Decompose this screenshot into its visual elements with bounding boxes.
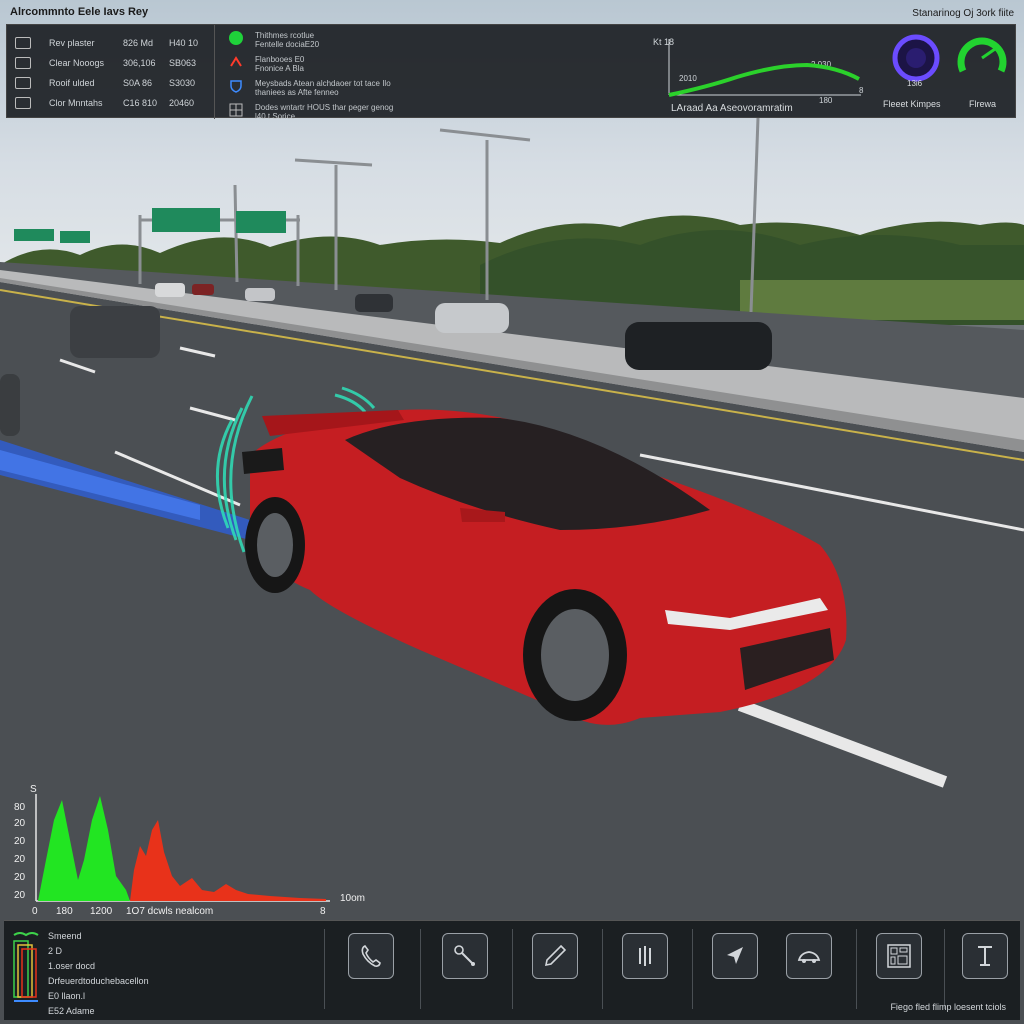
status-item[interactable]: Meysbads Atean alchdaoer tot tace Ilo th… <box>229 79 449 97</box>
readout-value: 306,106 <box>123 58 156 68</box>
fleet-gauge-value: 13i6 <box>907 79 923 88</box>
status-item[interactable]: Thithmes rcotlue Fentelle dociaE20 <box>229 31 449 49</box>
divider <box>602 929 603 1009</box>
tool-measure-button[interactable] <box>962 933 1008 979</box>
navigate-icon <box>727 947 743 964</box>
car-icon <box>15 57 31 69</box>
chart-label-left: 2010 <box>679 74 697 83</box>
legend-item: 2 D <box>48 946 63 956</box>
speed-line-chart: Kt 18 2010 2,030 180 8 LAraad Aa Aseovor… <box>637 31 867 117</box>
readout-value-secondary: H40 10 <box>169 38 199 48</box>
tool-phone-button[interactable] <box>348 933 394 979</box>
readout-value-secondary: S3030 <box>169 78 196 88</box>
fleet-gauge-label: Fleeet Kimpes <box>883 99 941 109</box>
top-right-title: Stanarinog Oj 3ork fiite <box>912 8 1014 19</box>
x-axis-end-label: 8 <box>859 86 864 95</box>
grid-icon <box>229 103 243 117</box>
bottom-toolbar: Smeend 2 D 1.oser docd Drfeuerdtoducheba… <box>4 920 1020 1020</box>
spectrum-x-tick: 180 <box>56 906 73 917</box>
status-list: Thithmes rcotlue Fentelle dociaE20 Flanb… <box>229 31 449 127</box>
monitor-icon <box>15 97 31 109</box>
readout-value: 826 Md <box>123 38 154 48</box>
readout-label: Clear Nooogs <box>49 58 105 68</box>
readout-label: Rooif ulded <box>49 78 95 88</box>
car-icon <box>797 951 821 963</box>
divider <box>214 25 215 119</box>
bars-icon <box>639 946 651 966</box>
app-title: Alrcommnto Eele Iavs Rey <box>10 6 149 18</box>
status-item[interactable]: Dodes wntartr HOUS thar peger genog l40 … <box>229 103 449 121</box>
tool-wrench-button[interactable] <box>442 933 488 979</box>
divider <box>512 929 513 1009</box>
divider <box>856 929 857 1009</box>
wrench-icon <box>454 945 475 966</box>
tool-navigate-button[interactable] <box>712 933 758 979</box>
legend-item: E0 llaon.l <box>48 991 86 1001</box>
spectrum-y-tick: 20 <box>14 854 26 865</box>
spectrum-y-tick: 20 <box>14 818 26 829</box>
speed-series-line <box>668 62 860 97</box>
tool-layout-button[interactable] <box>876 933 922 979</box>
chart-label-bottom: 180 <box>819 96 833 105</box>
tool-pen-button[interactable] <box>532 933 578 979</box>
bottom-caption: Fiego fled flimp loesent tciols <box>890 1002 1006 1012</box>
pen-icon <box>544 944 567 967</box>
readout-row[interactable]: Clor Mnntahs C16 810 20460 <box>15 93 215 113</box>
measure-icon <box>978 946 992 966</box>
sensor-spectrum-chart: S 80 20 20 20 20 20 0 180 1200 8 1O7 dcw… <box>14 784 365 917</box>
legend-item: 1.oser docd <box>48 961 96 971</box>
legend-item: E52 Adame <box>48 1006 95 1016</box>
shield-icon <box>230 80 242 93</box>
divider <box>420 929 421 1009</box>
status-text: Dodes wntartr HOUS thar peger genog l40 … <box>255 103 394 121</box>
flow-gauge-label: Flrewa <box>969 99 997 109</box>
spectrum-y-tick: 20 <box>14 890 26 901</box>
gauge-icon <box>15 37 31 49</box>
car-icon <box>15 77 31 89</box>
readout-value: S0A 86 <box>123 78 153 88</box>
warning-chevron-icon <box>230 56 242 67</box>
readout-row[interactable]: Rooif ulded S0A 86 S3030 <box>15 73 215 93</box>
divider <box>324 929 325 1009</box>
layout-icon <box>887 944 911 968</box>
status-item[interactable]: Flanbooes E0 Fnonice A Bla <box>229 55 449 73</box>
readout-value-secondary: 20460 <box>169 98 195 108</box>
divider <box>944 929 945 1009</box>
tool-bars-button[interactable] <box>622 933 668 979</box>
readout-value-secondary: SB063 <box>169 58 197 68</box>
y-axis-top-label: Kt 18 <box>653 37 674 47</box>
spectrum-green-area <box>38 796 130 901</box>
readout-label: Clor Mnntahs <box>49 98 103 108</box>
spectrum-red-area <box>130 820 326 901</box>
spectrum-y-tick: 80 <box>14 802 26 813</box>
tool-car-button[interactable] <box>786 933 832 979</box>
spectrum-y-tick: 20 <box>14 836 26 847</box>
phone-icon <box>361 944 381 967</box>
status-text: Flanbooes E0 Fnonice A Bla <box>255 55 305 73</box>
green-dot-icon <box>229 31 243 45</box>
spectrum-x-end-label: 10om <box>340 893 365 904</box>
readout-row[interactable]: Rev plaster 826 Md H40 10 <box>15 33 215 53</box>
top-dashboard-panel: Rev plaster 826 Md H40 10 Clear Nooogs 3… <box>6 24 1016 121</box>
flow-gauge[interactable] <box>955 31 1009 85</box>
chart-caption: LAraad Aa Aseovoramratim <box>671 103 793 114</box>
status-text: Thithmes rcotlue Fentelle dociaE20 <box>255 31 320 49</box>
fleet-gauge[interactable] <box>889 31 943 85</box>
readout-value: C16 810 <box>123 98 158 108</box>
status-text: Meysbads Atean alchdaoer tot tace Ilo th… <box>255 79 391 97</box>
spectrum-y-tick: 20 <box>14 872 26 883</box>
legend-list: Smeend 2 D 1.oser docd Drfeuerdtoducheba… <box>12 929 322 1019</box>
divider <box>692 929 693 1009</box>
readout-row[interactable]: Clear Nooogs 306,106 SB063 <box>15 53 215 73</box>
spectrum-x-tick: 0 <box>32 906 38 917</box>
legend-item: Drfeuerdtoduchebacellon <box>48 976 149 986</box>
spectrum-x-tick: 1200 <box>90 906 113 917</box>
readout-label: Rev plaster <box>49 38 95 48</box>
legend-item: Smeend <box>48 931 82 941</box>
spectrum-x-caption: 1O7 dcwls nealcom <box>126 906 213 917</box>
readouts-list: Rev plaster 826 Md H40 10 Clear Nooogs 3… <box>15 33 215 113</box>
spectrum-y-top-label: S <box>30 784 37 795</box>
spectrum-x-tick: 8 <box>320 906 326 917</box>
